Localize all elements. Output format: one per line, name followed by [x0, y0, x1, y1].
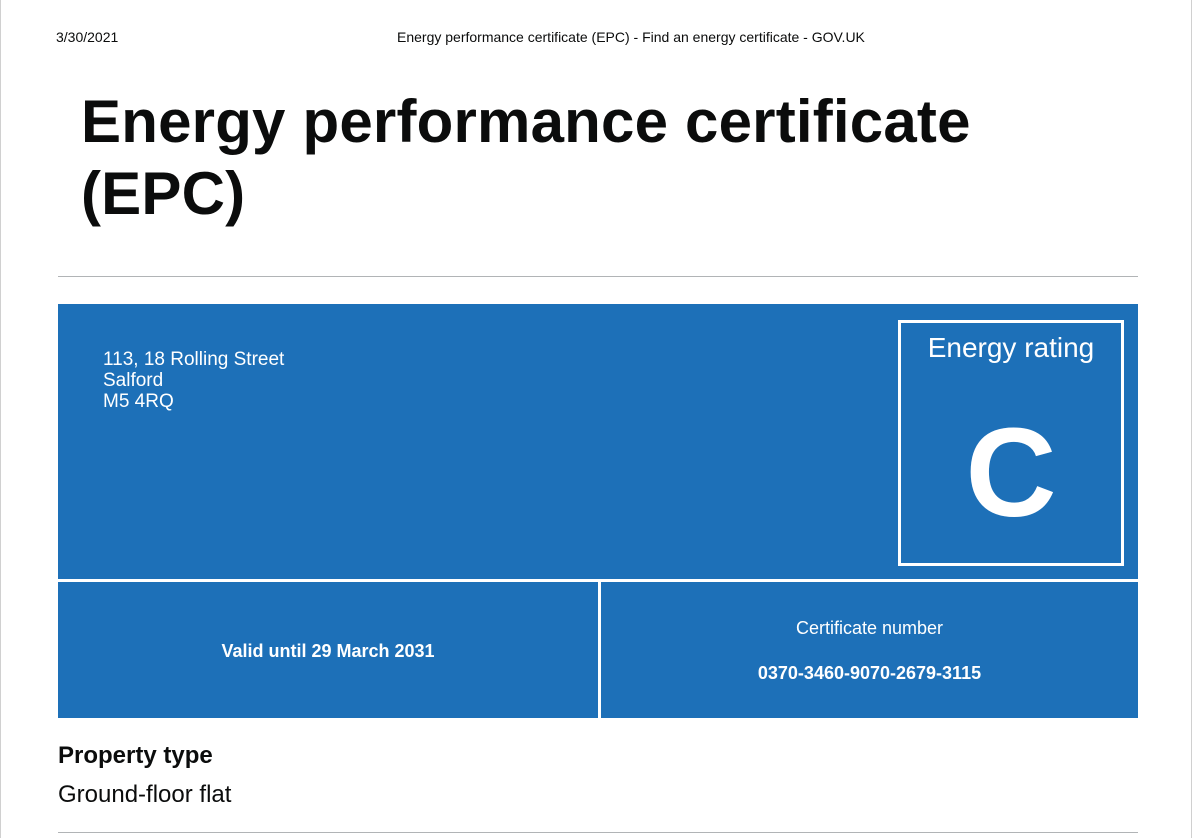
energy-rating-box: Energy rating C: [898, 320, 1124, 566]
epc-page: 3/30/2021 Energy performance certificate…: [0, 0, 1192, 838]
page-title: Energy performance certificate (EPC): [81, 88, 971, 227]
certificate-number-label: Certificate number: [795, 618, 944, 638]
section-divider-bottom: [58, 832, 1138, 833]
address-line-2: Salford: [103, 370, 164, 391]
print-page-title: Energy performance certificate (EPC) - F…: [397, 29, 865, 45]
valid-until: Valid until 29 March 2031: [221, 641, 435, 661]
energy-rating-label: Energy rating: [927, 332, 1095, 363]
print-date: 3/30/2021: [56, 29, 119, 45]
property-type-value: Ground-floor flat: [58, 781, 232, 808]
certificate-summary-panel: 113, 18 Rolling Street Salford M5 4RQ En…: [58, 304, 1138, 718]
address-line-1: 113, 18 Rolling Street: [103, 349, 285, 370]
address-postcode: M5 4RQ: [103, 391, 174, 412]
property-address: 113, 18 Rolling Street Salford M5 4RQ: [103, 349, 284, 412]
section-divider: [58, 276, 1138, 277]
panel-vertical-divider: [598, 582, 601, 718]
certificate-number: 0370-3460-9070-2679-3115: [757, 663, 982, 683]
property-type-heading: Property type: [58, 742, 213, 769]
energy-rating-letter: C: [965, 402, 1057, 543]
